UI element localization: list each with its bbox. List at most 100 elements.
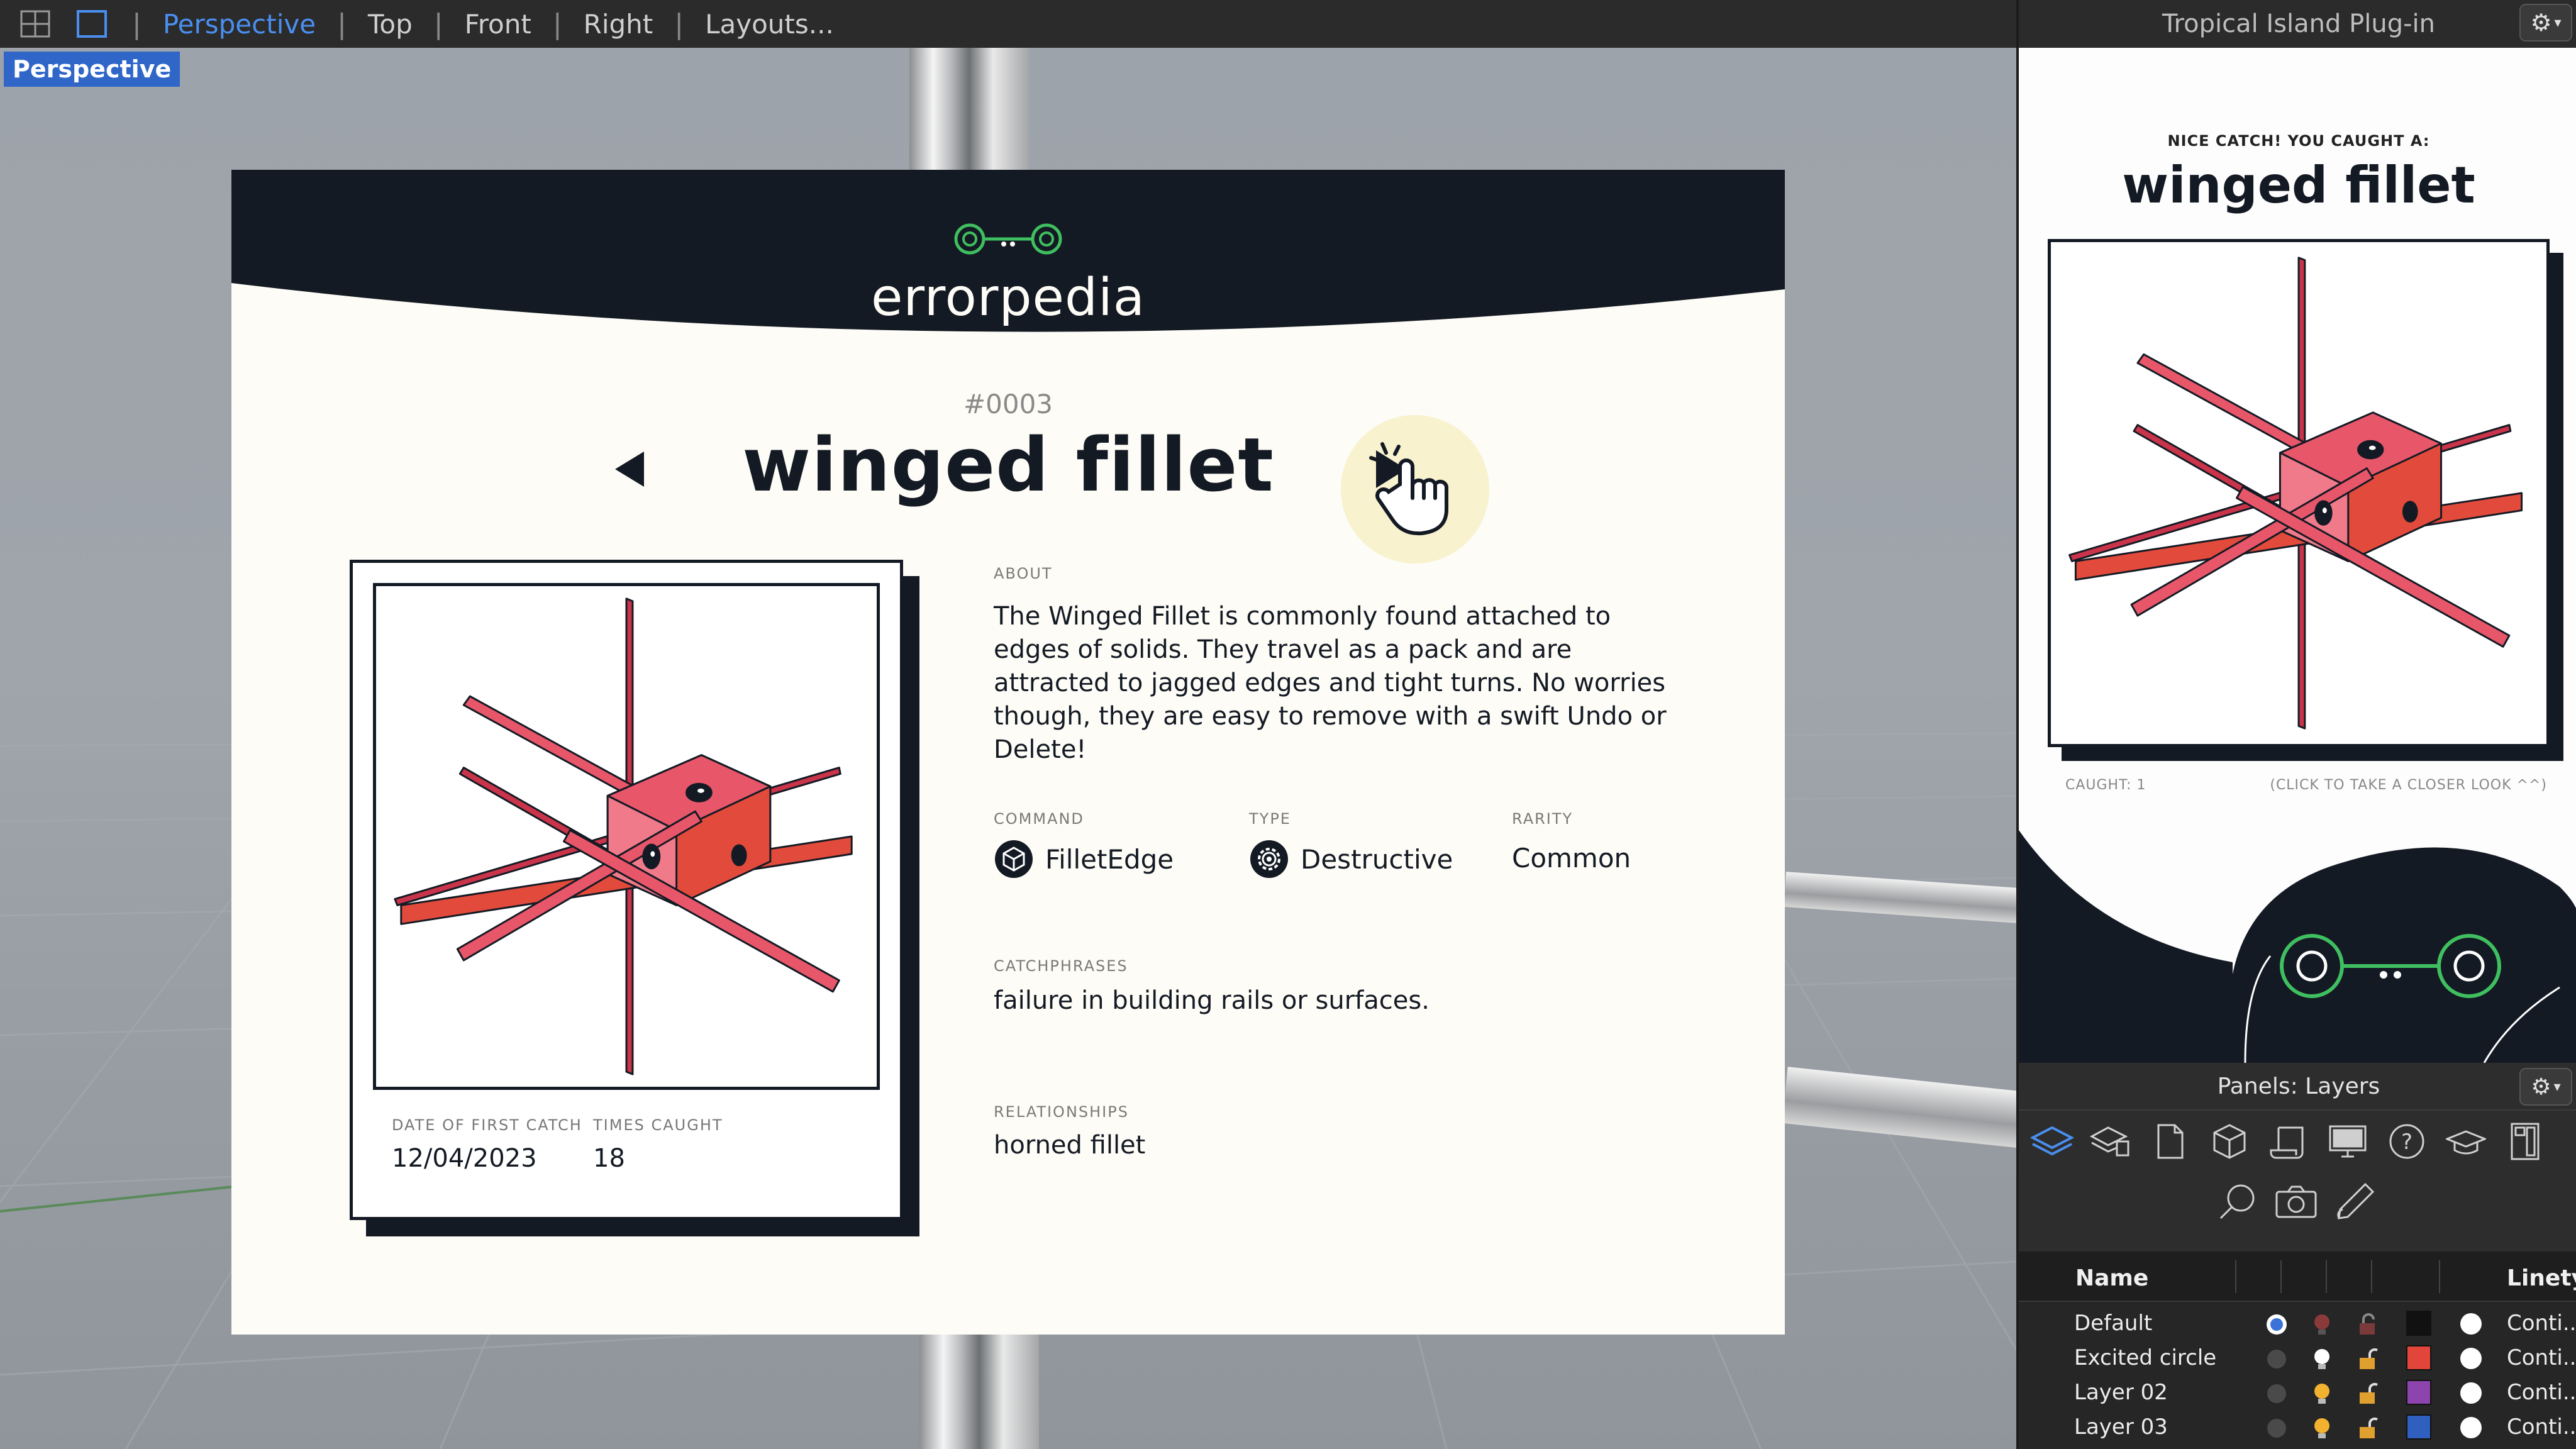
material-dot[interactable]	[2460, 1348, 2482, 1369]
script-tab-icon[interactable]	[2264, 1117, 2313, 1166]
layer-color-swatch[interactable]	[2406, 1380, 2431, 1405]
rarity-value: Common	[1512, 843, 1631, 874]
layer-name: Default	[2074, 1311, 2153, 1336]
layer-row[interactable]: Layer 02 Conti...	[2019, 1376, 2576, 1411]
command-label: COMMAND	[994, 810, 1084, 828]
layers-column-header: Name Linetyp	[2019, 1252, 2576, 1302]
tab-layouts[interactable]: Layouts...	[705, 9, 834, 40]
layers-header: Panels: Layers	[2019, 1063, 2576, 1111]
layer-name: Excited circle	[2074, 1345, 2217, 1370]
toolbar-separator: |	[132, 8, 142, 40]
layer-radio-icon[interactable]	[2264, 1381, 2289, 1406]
column-divider	[2439, 1260, 2440, 1293]
triangle-left-icon	[615, 452, 644, 487]
tab-front[interactable]: Front	[465, 9, 531, 40]
card-header	[231, 170, 1785, 332]
bulb-on-icon[interactable]	[2309, 1346, 2334, 1372]
times-caught-value: 18	[593, 1144, 625, 1173]
layer-linetype[interactable]: Conti...	[2507, 1311, 2576, 1336]
plugin-header: Tropical Island Plug-in	[2019, 0, 2576, 48]
creature-illustration	[373, 583, 880, 1090]
svg-text:?: ?	[2401, 1130, 2412, 1155]
camera-tab-icon[interactable]	[2272, 1177, 2321, 1226]
viewport-toolbar: | Perspective | Top | Front | Right | La…	[0, 0, 2016, 48]
layers-tab-icon[interactable]	[2028, 1117, 2077, 1166]
plugin-settings-button[interactable]: ⚙ ▾	[2519, 4, 2572, 42]
material-dot[interactable]	[2460, 1313, 2482, 1335]
gear-type-icon	[1250, 840, 1288, 878]
unlock-icon[interactable]	[2355, 1346, 2380, 1372]
object-tab-icon[interactable]	[2205, 1117, 2254, 1166]
tab-perspective[interactable]: Perspective	[163, 9, 316, 40]
display-tab-icon[interactable]	[2323, 1117, 2372, 1166]
layer-name: Layer 02	[2074, 1380, 2168, 1405]
material-dot[interactable]	[2460, 1382, 2482, 1404]
properties-tab-icon[interactable]	[2087, 1117, 2136, 1166]
catchphrases-label: CATCHPHRASES	[994, 957, 1128, 975]
about-text: The Winged Fillet is commonly found atta…	[994, 602, 1667, 764]
layer-radio-icon[interactable]	[2264, 1416, 2289, 1441]
layer-radio-icon[interactable]	[2264, 1346, 2289, 1372]
errorpedia-card: errorpedia #0003 winged fillet DATE OF F…	[231, 170, 1785, 1335]
cube-command-icon	[995, 840, 1033, 878]
toolbar-separator: |	[674, 8, 684, 40]
caught-count: CAUGHT: 1	[2065, 777, 2146, 793]
layer-linetype[interactable]: Conti...	[2507, 1414, 2576, 1440]
panel-tabs: ?	[2019, 1117, 2576, 1249]
layer-color-swatch[interactable]	[2406, 1414, 2431, 1440]
column-divider	[2371, 1260, 2372, 1293]
current-layer-icon[interactable]	[2264, 1312, 2289, 1337]
layers-title: Panels: Layers	[2217, 1073, 2380, 1099]
gear-icon: ⚙	[2530, 9, 2552, 36]
rarity-label: RARITY	[1512, 810, 1574, 828]
lock-icon[interactable]	[2355, 1312, 2380, 1337]
previous-entry-button[interactable]	[606, 444, 657, 494]
material-dot[interactable]	[2460, 1417, 2482, 1438]
unlock-icon[interactable]	[2355, 1416, 2380, 1441]
column-divider	[2235, 1260, 2236, 1293]
document-tab-icon[interactable]	[2146, 1117, 2195, 1166]
unlock-icon[interactable]	[2355, 1381, 2380, 1406]
layer-name: Layer 03	[2074, 1414, 2168, 1440]
tab-top[interactable]: Top	[368, 9, 413, 40]
search-tab-icon[interactable]	[2212, 1177, 2262, 1226]
column-linetype[interactable]: Linetyp	[2507, 1265, 2576, 1291]
toolbar-separator: |	[552, 8, 562, 40]
layers-table: Name Linetyp Default Conti... Excited ci…	[2019, 1252, 2576, 1449]
layer-row[interactable]: Excited circle Conti...	[2019, 1341, 2576, 1376]
layers-settings-button[interactable]: ⚙ ▾	[2519, 1068, 2572, 1106]
creature-photo-card: DATE OF FIRST CATCH 12/04/2023 TIMES CAU…	[350, 560, 903, 1220]
column-divider	[2326, 1260, 2327, 1293]
relationships-value: horned fillet	[994, 1131, 1146, 1160]
caught-creature-preview[interactable]	[2048, 239, 2550, 747]
next-entry-button[interactable]	[1341, 415, 1489, 564]
catch-title: winged fillet	[2122, 156, 2475, 214]
entry-number: #0003	[963, 389, 1053, 419]
layer-color-swatch[interactable]	[2406, 1345, 2431, 1370]
layer-color-swatch[interactable]	[2406, 1311, 2431, 1336]
layer-row[interactable]: Default Conti...	[2019, 1307, 2576, 1341]
layer-linetype[interactable]: Conti...	[2507, 1345, 2576, 1370]
sketch-tab-icon[interactable]	[2331, 1177, 2380, 1226]
layer-linetype[interactable]: Conti...	[2507, 1380, 2576, 1405]
viewport-label[interactable]: Perspective	[4, 52, 180, 87]
learn-tab-icon[interactable]	[2441, 1117, 2490, 1166]
bulb-off-icon[interactable]	[2309, 1312, 2334, 1337]
plugin-title: Tropical Island Plug-in	[2162, 9, 2436, 38]
first-catch-date: 12/04/2023	[392, 1144, 537, 1173]
first-catch-label: DATE OF FIRST CATCH	[392, 1116, 582, 1134]
bulb-on-icon[interactable]	[2309, 1416, 2334, 1441]
bulb-on-icon[interactable]	[2309, 1381, 2334, 1406]
layer-row[interactable]: Layer 03 Conti...	[2019, 1411, 2576, 1445]
type-text: Destructive	[1301, 843, 1453, 875]
grid-layout-icon[interactable]	[16, 5, 54, 43]
help-tab-icon[interactable]: ?	[2382, 1117, 2431, 1166]
layout-tab-icon[interactable]	[2501, 1117, 2550, 1166]
column-name[interactable]: Name	[2075, 1265, 2148, 1291]
relationships-label: RELATIONSHIPS	[994, 1103, 1129, 1121]
errorpedia-logo-icon	[954, 223, 1062, 255]
tab-right[interactable]: Right	[584, 9, 653, 40]
entry-title: winged fillet	[742, 421, 1274, 508]
single-viewport-icon[interactable]	[73, 5, 111, 43]
catchphrases-value: failure in building rails or surfaces.	[994, 986, 1430, 1015]
